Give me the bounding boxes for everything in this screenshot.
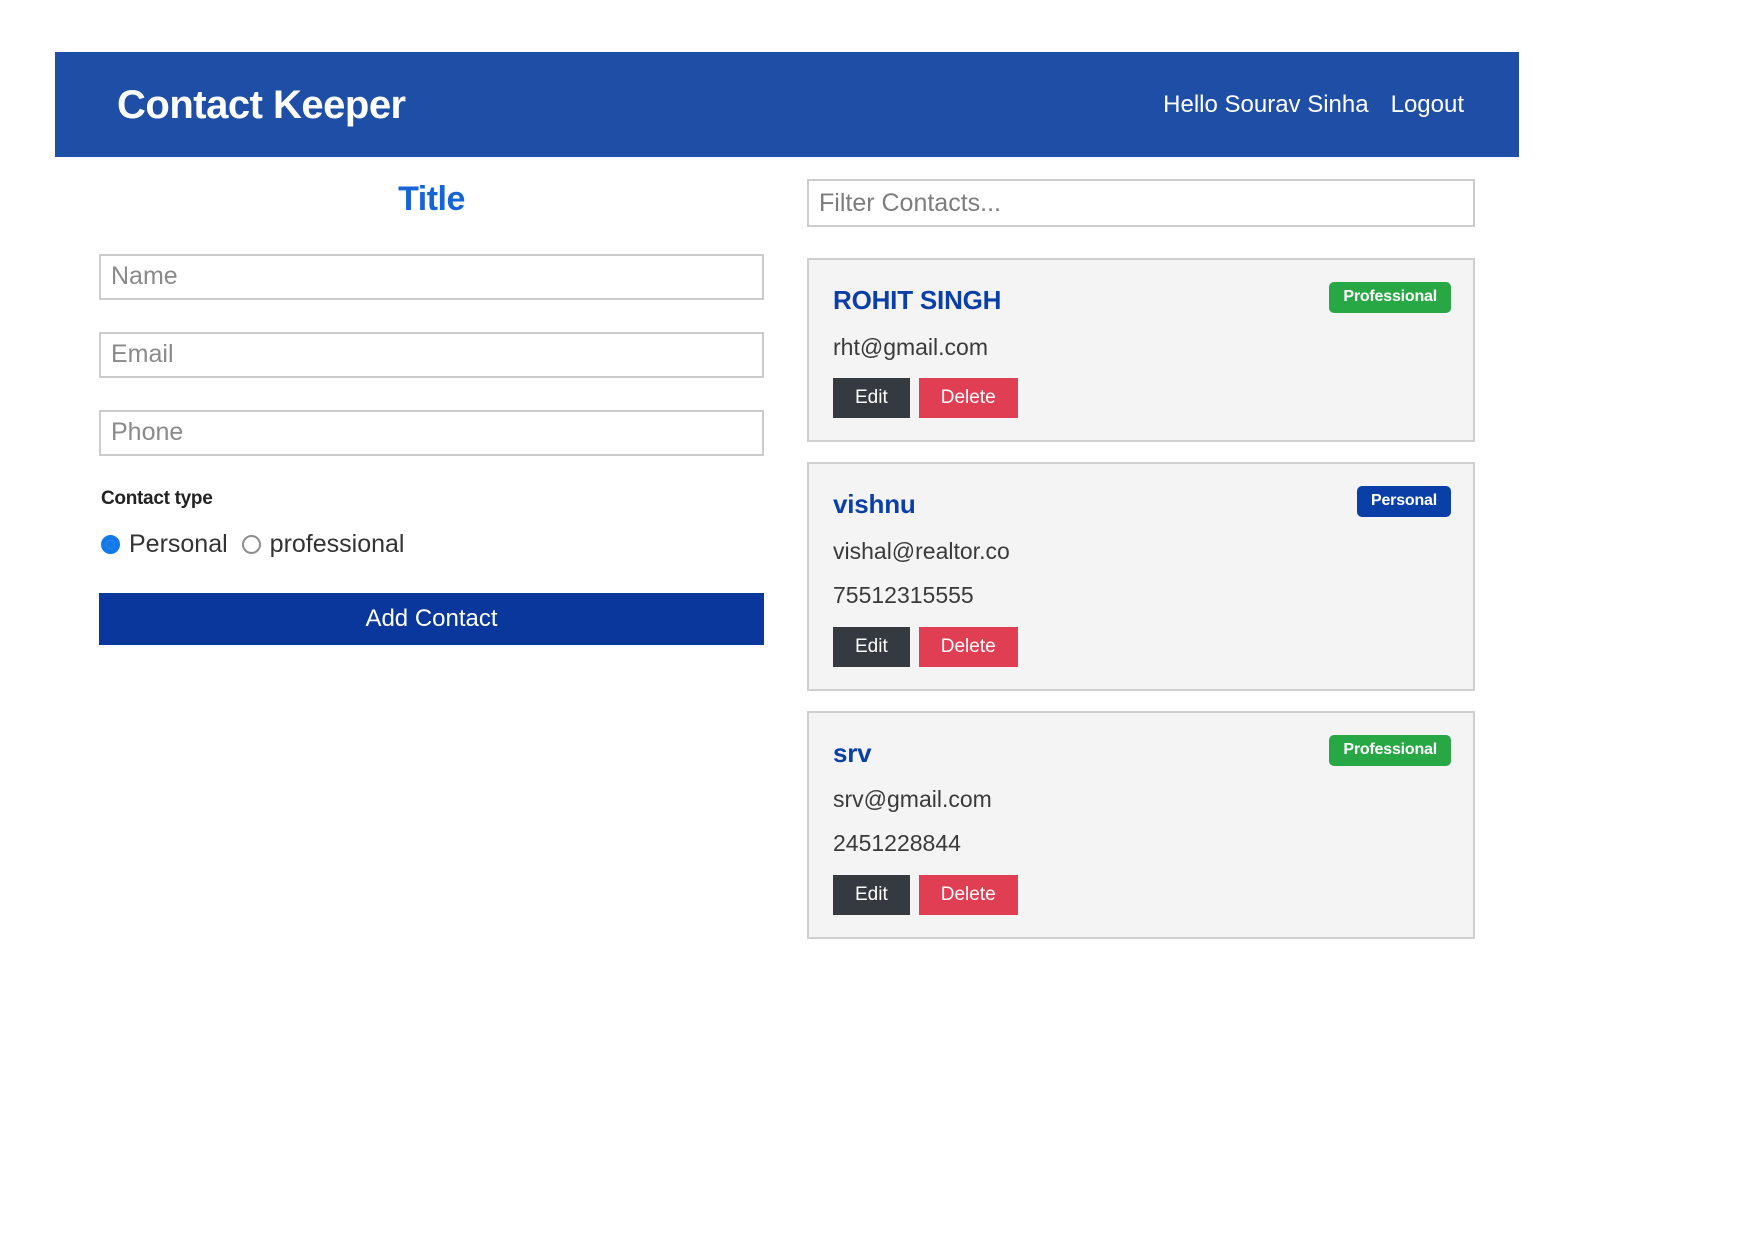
app-brand: Contact Keeper [117, 82, 406, 127]
contact-name: ROHIT SINGH [833, 285, 1002, 315]
filter-contacts-input[interactable] [807, 179, 1475, 227]
contact-card-header: ROHIT SINGH Professional [833, 282, 1451, 315]
edit-contact-button[interactable]: Edit [833, 875, 910, 916]
contact-card: srv Professional srv@gmail.com 2451228844 Ed… [807, 710, 1475, 940]
contacts-column: ROHIT SINGH Professional rht@gmail.com Edit… [807, 179, 1475, 959]
radio-unselected-icon[interactable] [241, 534, 261, 554]
add-contact-button[interactable]: Add Contact [99, 592, 764, 645]
radio-label-professional: professional [269, 529, 405, 558]
edit-contact-button[interactable]: Edit [833, 626, 910, 667]
email-input[interactable] [99, 331, 764, 378]
name-input[interactable] [99, 253, 764, 300]
delete-contact-button[interactable]: Delete [918, 626, 1018, 667]
contact-card-actions: Edit Delete [833, 626, 1451, 667]
contact-type-radio-group: Personal professional [101, 529, 764, 558]
contact-name: srv [833, 737, 872, 768]
phone-input[interactable] [99, 409, 764, 456]
contact-phone: 75512315555 [833, 581, 974, 608]
user-greeting: Hello Sourav Sinha [1163, 90, 1369, 118]
radio-selected-icon[interactable] [101, 534, 120, 554]
contact-card-header: vishnu Personal [833, 486, 1451, 519]
contact-email: vishal@realtor.co [833, 538, 1010, 565]
contact-card: vishnu Personal vishal@realtor.co 755123155… [807, 462, 1475, 691]
contact-type-badge: Professional [1329, 734, 1451, 766]
edit-contact-button[interactable]: Edit [833, 378, 910, 419]
radio-label-personal: Personal [129, 529, 228, 558]
contact-type-legend: Contact type [101, 487, 213, 509]
contact-card-header: srv Professional [833, 734, 1451, 768]
app-page: Contact Keeper Hello Sourav Sinha Logout… [0, 0, 1754, 1239]
navbar-right: Hello Sourav Sinha Logout [1163, 90, 1464, 118]
contact-phone: 2451228844 [833, 830, 961, 857]
contact-email: rht@gmail.com [833, 333, 988, 360]
navbar: Contact Keeper Hello Sourav Sinha Logout [55, 52, 1519, 157]
contact-type-badge: Personal [1357, 486, 1451, 518]
contact-card-actions: Edit Delete [833, 875, 1451, 916]
contact-card: ROHIT SINGH Professional rht@gmail.com Edit… [807, 258, 1475, 443]
main-container: Title Contact type Personal professional… [55, 157, 1519, 1197]
contact-type-badge: Professional [1329, 282, 1451, 313]
delete-contact-button[interactable]: Delete [918, 378, 1018, 419]
radio-option-personal[interactable]: Personal [101, 529, 242, 558]
delete-contact-button[interactable]: Delete [918, 875, 1018, 916]
logout-link[interactable]: Logout [1391, 92, 1464, 117]
contact-email: srv@gmail.com [833, 786, 992, 813]
radio-option-professional[interactable]: professional [241, 529, 419, 558]
contact-card-actions: Edit Delete [833, 378, 1451, 419]
contact-form-column: Title Contact type Personal professional… [99, 179, 764, 645]
contact-card-list: ROHIT SINGH Professional rht@gmail.com Edit… [807, 258, 1475, 940]
contact-name: vishnu [833, 489, 916, 520]
form-title: Title [398, 180, 465, 218]
